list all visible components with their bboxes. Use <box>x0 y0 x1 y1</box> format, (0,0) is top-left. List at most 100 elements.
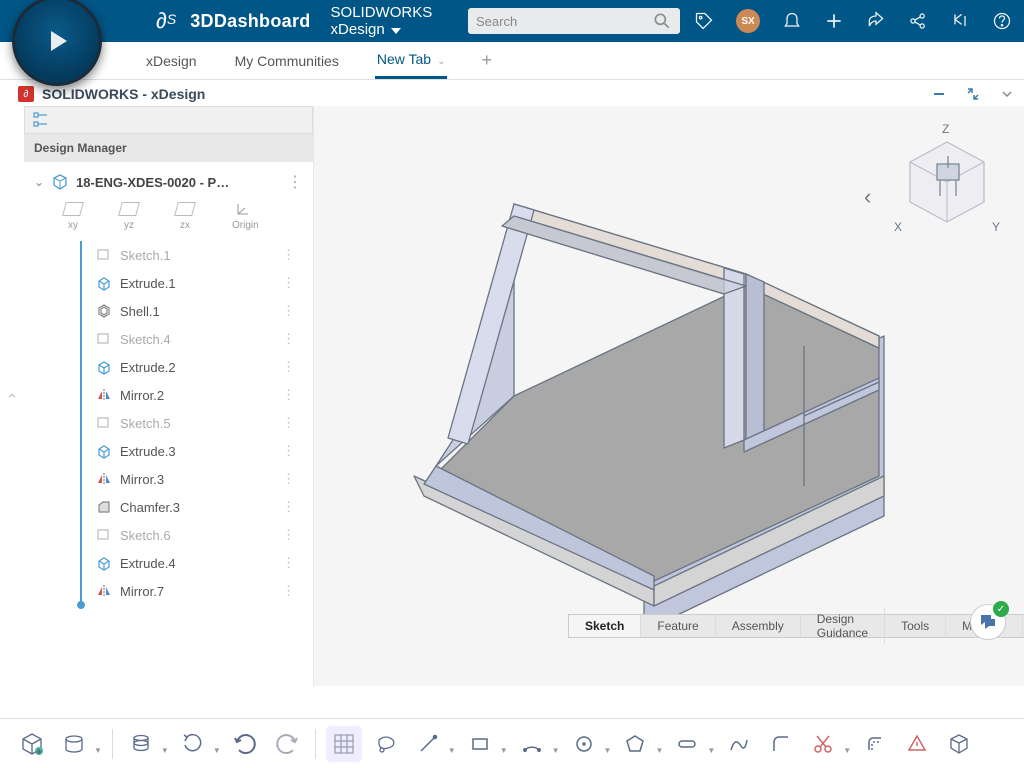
feature-name: Mirror.3 <box>120 472 164 487</box>
slot-button[interactable] <box>669 726 705 762</box>
arc-button[interactable] <box>514 726 550 762</box>
database-button[interactable] <box>123 726 159 762</box>
feature-row[interactable]: Extrude.2⋮ <box>72 353 309 381</box>
tree-root[interactable]: ⌄ 18-ENG-XDES-0020 - P… ⋮ <box>28 168 309 196</box>
cmd-tab-guidance[interactable]: Design Guidance <box>801 608 885 644</box>
tab-communities[interactable]: My Communities <box>233 44 341 78</box>
more-icon[interactable]: ⋮ <box>282 415 303 431</box>
more-icon[interactable]: ⋮ <box>282 331 303 347</box>
feature-row[interactable]: Chamfer.3⋮ <box>72 493 309 521</box>
refresh-button[interactable] <box>175 726 211 762</box>
save-button[interactable] <box>56 726 92 762</box>
feature-name: Extrude.4 <box>120 556 176 571</box>
cube-view-button[interactable] <box>941 726 977 762</box>
feature-row[interactable]: Sketch.1⋮ <box>72 241 309 269</box>
mirror-icon <box>96 583 112 599</box>
new-part-button[interactable]: + <box>14 726 50 762</box>
chevron-down-icon[interactable]: ⌄ <box>34 175 44 189</box>
chat-fab[interactable]: ✓ <box>970 604 1006 640</box>
chamfer-icon <box>96 499 112 515</box>
feature-list: Sketch.1⋮Extrude.1⋮Shell.1⋮Sketch.4⋮Extr… <box>72 241 309 605</box>
feature-row[interactable]: Mirror.3 ⋮ <box>72 465 309 493</box>
feature-row[interactable]: Extrude.1 ⋮ <box>72 269 309 297</box>
feature-row[interactable]: Mirror.2 ⋮ <box>72 381 309 409</box>
more-icon[interactable]: ⋮ <box>282 443 303 459</box>
more-icon[interactable]: ⋮ <box>282 247 303 263</box>
cmd-tab-feature[interactable]: Feature <box>641 615 715 637</box>
origin[interactable]: Origin <box>232 202 259 231</box>
feature-row[interactable]: Mirror.7⋮ <box>72 577 309 605</box>
feature-row[interactable]: Sketch.6 ⋮ <box>72 521 309 549</box>
undo-button[interactable] <box>227 726 263 762</box>
more-icon[interactable]: ⋮ <box>282 499 303 515</box>
collab-icon[interactable] <box>950 11 970 31</box>
plane-zx[interactable]: zx <box>176 202 194 231</box>
viewport-3d[interactable]: ↖ ‹ Z X Y <box>314 106 1024 686</box>
avatar[interactable]: SX <box>736 9 760 33</box>
feature-name: Sketch.5 <box>120 416 171 431</box>
grid-button[interactable] <box>326 726 362 762</box>
feature-name: Sketch.6 <box>120 528 171 543</box>
product-name[interactable]: SOLIDWORKS xDesign <box>331 4 444 38</box>
fillet-button[interactable] <box>763 726 799 762</box>
line-button[interactable] <box>410 726 446 762</box>
cmd-tab-tools[interactable]: Tools <box>885 615 946 637</box>
cmd-tab-sketch[interactable]: Sketch <box>569 615 641 637</box>
circle-button[interactable] <box>566 726 602 762</box>
share-arrow-icon[interactable] <box>866 11 886 31</box>
tab-xdesign[interactable]: xDesign <box>144 44 199 78</box>
chevron-down-icon[interactable] <box>1000 87 1014 101</box>
feature-name: Extrude.1 <box>120 276 176 291</box>
tree-view-icon[interactable] <box>33 112 49 128</box>
dashboard-title: 3DDashboard <box>190 11 310 32</box>
feature-name: Mirror.2 <box>120 388 164 403</box>
polygon-button[interactable] <box>617 726 653 762</box>
cmd-tab-assembly[interactable]: Assembly <box>716 615 801 637</box>
plus-icon[interactable] <box>824 11 844 31</box>
plane-yz[interactable]: yz <box>120 202 138 231</box>
sketch-icon <box>96 415 112 431</box>
search-input[interactable] <box>476 14 652 29</box>
feature-row[interactable]: Sketch.4⋮ <box>72 325 309 353</box>
more-icon[interactable]: ⋮ <box>287 172 303 192</box>
chevron-down-icon <box>391 28 401 34</box>
more-icon[interactable]: ⋮ <box>282 359 303 375</box>
left-gutter[interactable]: ‹ <box>0 106 24 686</box>
help-icon[interactable] <box>992 11 1012 31</box>
more-icon[interactable]: ⋮ <box>282 555 303 571</box>
plane-xy[interactable]: xy <box>64 202 82 231</box>
more-icon[interactable]: ⋮ <box>282 471 303 487</box>
rectangle-button[interactable] <box>462 726 498 762</box>
model-render[interactable] <box>374 186 934 676</box>
share-nodes-icon[interactable] <box>908 11 928 31</box>
feature-row[interactable]: Sketch.5 ⋮ <box>72 409 309 437</box>
feature-row[interactable]: Shell.1⋮ <box>72 297 309 325</box>
trim-button[interactable] <box>805 726 841 762</box>
chat-icon <box>979 613 997 631</box>
redo-button[interactable] <box>269 726 305 762</box>
more-icon[interactable]: ⋮ <box>282 275 303 291</box>
minimize-icon[interactable] <box>932 87 946 101</box>
more-icon[interactable]: ⋮ <box>282 527 303 543</box>
lasso-button[interactable] <box>368 726 404 762</box>
add-tab-button[interactable]: + <box>481 50 492 71</box>
panel-toolbar[interactable] <box>24 106 313 134</box>
offset-button[interactable] <box>857 726 893 762</box>
search-icon[interactable] <box>652 11 672 31</box>
notification-icon[interactable] <box>782 11 802 31</box>
axis-y-label: Y <box>992 220 1000 234</box>
constraint-button[interactable] <box>899 726 935 762</box>
tag-icon[interactable] <box>694 11 714 31</box>
chevron-left-icon: ‹ <box>3 393 21 398</box>
tab-newtab[interactable]: New Tab⌄ <box>375 42 448 79</box>
fullscreen-icon[interactable] <box>966 87 980 101</box>
more-icon[interactable]: ⋮ <box>282 303 303 319</box>
feature-row[interactable]: Extrude.4 ⋮ <box>72 549 309 577</box>
compass-widget[interactable] <box>12 0 102 86</box>
search-box[interactable] <box>468 8 680 34</box>
more-icon[interactable]: ⋮ <box>282 583 303 599</box>
spline-button[interactable] <box>721 726 757 762</box>
feature-row[interactable]: Extrude.3⋮ <box>72 437 309 465</box>
chevron-down-icon[interactable]: ⌄ <box>437 56 445 67</box>
more-icon[interactable]: ⋮ <box>282 387 303 403</box>
